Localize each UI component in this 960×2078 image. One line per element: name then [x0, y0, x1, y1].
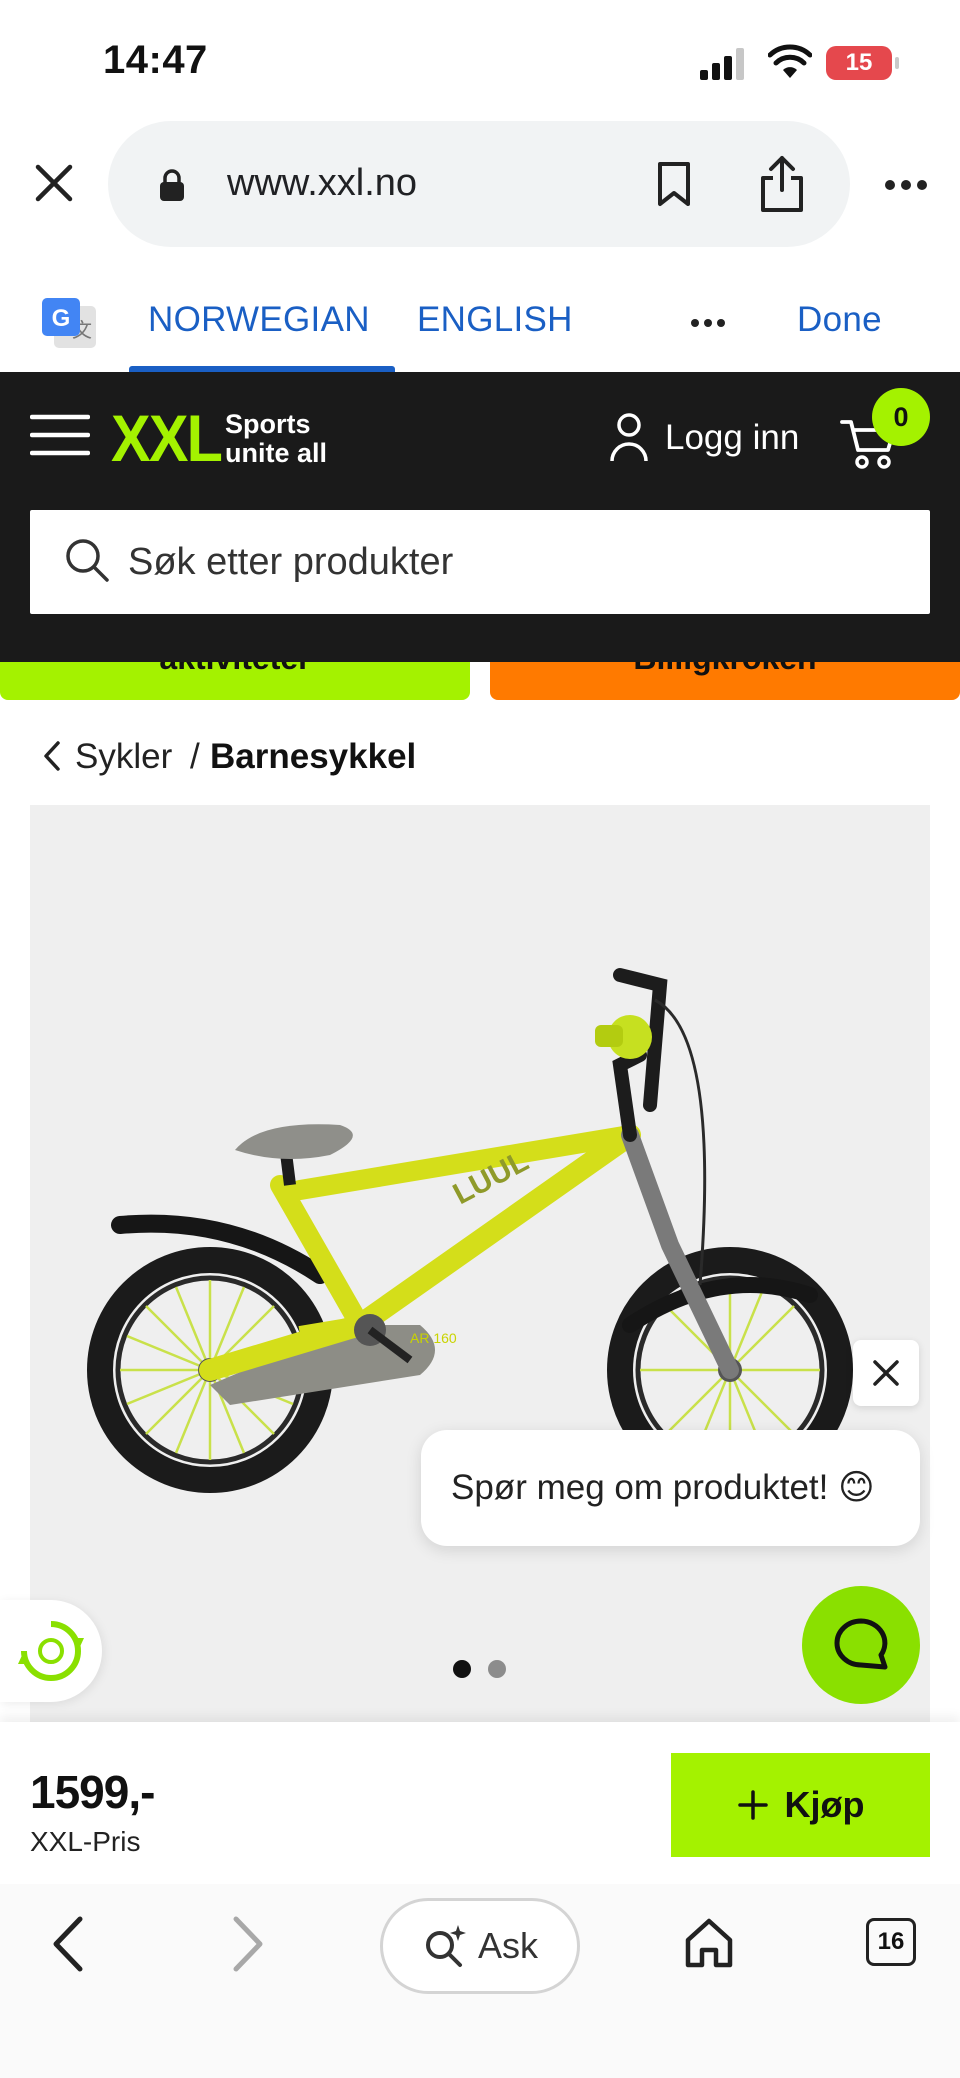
- back-icon[interactable]: [48, 1914, 88, 1974]
- wifi-icon: [768, 44, 812, 78]
- menu-icon[interactable]: [30, 412, 90, 458]
- chat-close-button[interactable]: [853, 1340, 919, 1406]
- cellular-signal-icon: [700, 48, 744, 80]
- tagline-line-1: Sports: [225, 409, 311, 439]
- chat-prompt-bubble[interactable]: Spør meg om produktet! 😊: [421, 1430, 920, 1546]
- cart-count-badge[interactable]: 0: [872, 388, 930, 446]
- price-label: XXL-Pris: [30, 1826, 141, 1857]
- promo-billigkroken-label: Billigkroken: [490, 662, 960, 677]
- buy-button-label: Kjøp: [784, 1784, 865, 1825]
- home-icon[interactable]: [683, 1916, 735, 1970]
- plus-icon: [737, 1790, 768, 1820]
- ai-search-icon: [425, 1925, 466, 1967]
- chat-bubble-icon: [834, 1618, 888, 1670]
- google-translate-icon: 文 G: [42, 298, 96, 348]
- bookmark-icon[interactable]: [655, 160, 693, 208]
- breadcrumb-separator: /: [189, 737, 200, 776]
- close-icon: [873, 1360, 899, 1386]
- recycle-bike-icon: [18, 1621, 84, 1681]
- tab-english[interactable]: ENGLISH: [417, 300, 573, 340]
- carousel-dot[interactable]: [488, 1660, 506, 1678]
- search-icon: [66, 539, 109, 582]
- more-options-icon[interactable]: [884, 178, 928, 192]
- chat-open-button[interactable]: [802, 1586, 920, 1704]
- ask-label: Ask: [477, 1925, 538, 1966]
- xxl-logo[interactable]: XXL: [111, 400, 223, 476]
- login-link[interactable]: Logg inn: [665, 418, 799, 458]
- translate-more-icon[interactable]: [690, 318, 726, 328]
- svg-text:G: G: [52, 305, 71, 332]
- user-icon[interactable]: [609, 411, 649, 463]
- forward-icon[interactable]: [228, 1914, 268, 1974]
- sustainability-badge[interactable]: [0, 1600, 102, 1702]
- kids-bike-image: LUUL AR 160: [87, 968, 853, 1493]
- status-time: 14:47: [103, 38, 208, 82]
- tab-norwegian[interactable]: NORWEGIAN: [148, 300, 370, 340]
- battery-indicator: 15: [826, 46, 899, 80]
- breadcrumb: Sykler /: [75, 737, 200, 777]
- address-bar[interactable]: [108, 121, 850, 247]
- breadcrumb-current: Barnesykkel: [210, 737, 417, 776]
- ask-button[interactable]: Ask: [380, 1898, 580, 1994]
- frame-label: AR 160: [410, 1330, 457, 1346]
- promo-billigkroken-button[interactable]: Billigkroken: [490, 662, 960, 700]
- tagline-line-2: unite all: [225, 438, 328, 468]
- chevron-left-icon[interactable]: [40, 739, 64, 773]
- carousel-dot-active[interactable]: [453, 1660, 471, 1678]
- url-text[interactable]: www.xxl.no: [227, 162, 417, 205]
- translate-done-button[interactable]: Done: [797, 300, 882, 340]
- promo-activities-label: aktiviteter: [0, 662, 470, 677]
- tab-switcher-button[interactable]: 16: [866, 1918, 916, 1966]
- product-price: 1599,-: [30, 1766, 155, 1818]
- search-placeholder[interactable]: Søk etter produkter: [128, 541, 453, 584]
- lock-icon: [160, 169, 184, 201]
- promo-activities-button[interactable]: aktiviteter: [0, 662, 470, 700]
- logo-tagline: Sports unite all: [225, 410, 327, 468]
- share-icon[interactable]: [758, 154, 806, 214]
- close-icon[interactable]: [32, 161, 76, 205]
- breadcrumb-parent-link[interactable]: Sykler: [75, 737, 172, 776]
- buy-button[interactable]: Kjøp: [671, 1753, 930, 1857]
